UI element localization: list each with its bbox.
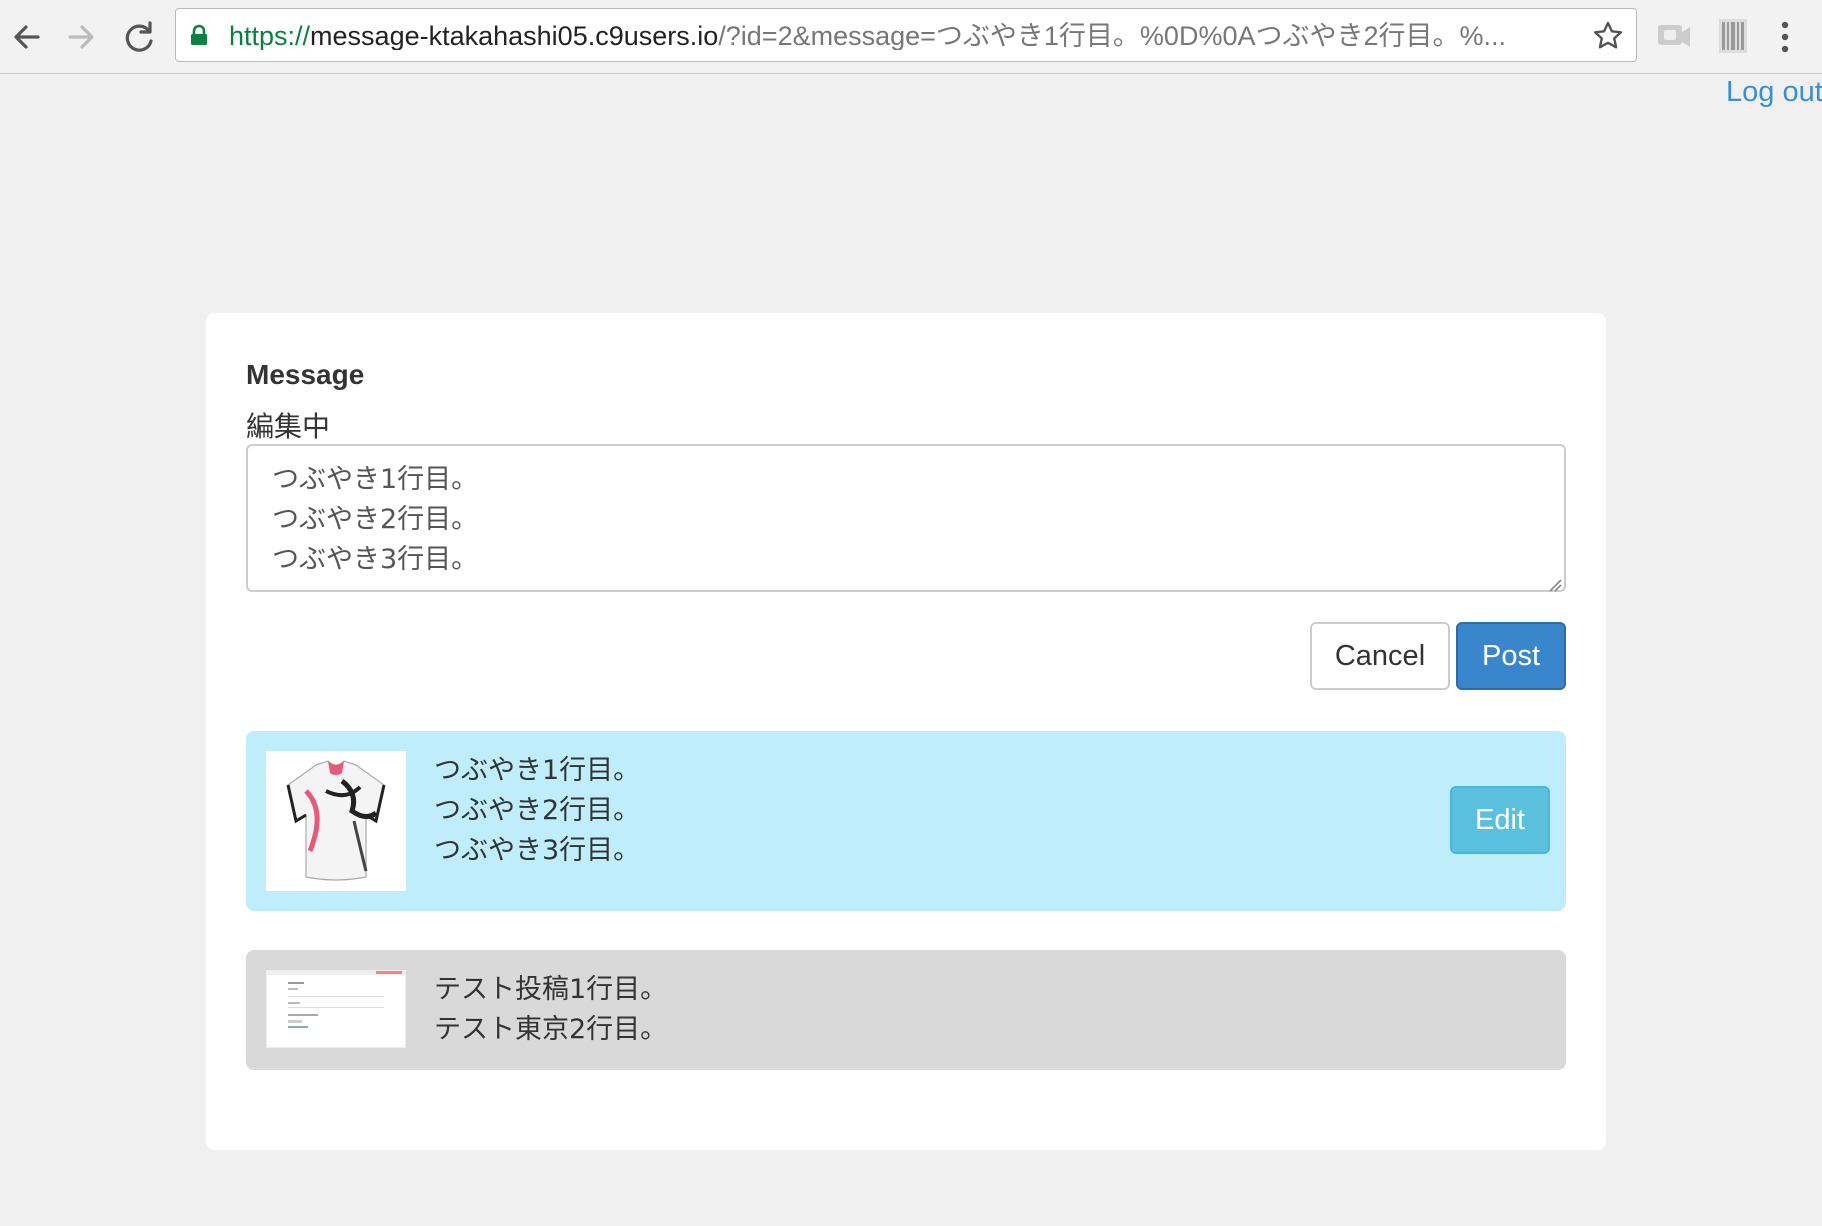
more-vert-icon[interactable] xyxy=(1772,17,1798,57)
url-text: https://message-ktakahashi05.c9users.io/… xyxy=(229,22,1564,50)
resize-grip-icon[interactable] xyxy=(1548,578,1562,592)
post-thumbnail-jersey xyxy=(266,751,406,891)
extension-barcode-icon[interactable] xyxy=(1718,18,1748,54)
bookmark-star-icon[interactable] xyxy=(1592,20,1624,52)
post-card: テスト投稿1行目。 テスト東京2行目。 xyxy=(246,950,1566,1070)
arrow-right-icon xyxy=(68,25,94,49)
url-scheme: https:// xyxy=(229,22,311,50)
cycling-jersey-image xyxy=(266,751,406,891)
lock-icon xyxy=(191,24,207,45)
url-path: /?id=2&message=つぶやき1行目。%0D%0Aつぶやき2行目。%..… xyxy=(718,22,1507,50)
editing-status: 編集中 xyxy=(246,410,331,443)
post-text: テスト投稿1行目。 テスト東京2行目。 xyxy=(434,974,668,1045)
back-button[interactable] xyxy=(4,14,50,60)
message-textarea[interactable]: つぶやき1行目。 つぶやき2行目。 つぶやき3行目。 xyxy=(246,444,1566,592)
address-bar[interactable]: https://message-ktakahashi05.c9users.io/… xyxy=(175,8,1637,62)
url-host: message-ktakahashi05.c9users.io xyxy=(310,22,719,50)
message-panel: Message 編集中 つぶやき1行目。 つぶやき2行目。 つぶやき3行目。 C… xyxy=(206,313,1606,1150)
cancel-button[interactable]: Cancel xyxy=(1310,622,1450,690)
logout-link[interactable]: Log out xyxy=(1726,76,1822,109)
message-title: Message xyxy=(246,359,365,390)
browser-toolbar: https://message-ktakahashi05.c9users.io/… xyxy=(0,0,1822,74)
login-page-screenshot-image xyxy=(266,970,406,1048)
edit-button[interactable]: Edit xyxy=(1450,786,1550,854)
extension-cast-icon[interactable] xyxy=(1656,20,1692,54)
arrow-left-icon xyxy=(14,25,40,49)
post-thumbnail-screenshot xyxy=(266,970,406,1048)
post-card: つぶやき1行目。 つぶやき2行目。 つぶやき3行目。 Edit xyxy=(246,731,1566,911)
reload-icon xyxy=(125,21,153,52)
post-text: つぶやき1行目。 つぶやき2行目。 つぶやき3行目。 xyxy=(434,755,641,866)
post-button[interactable]: Post xyxy=(1456,622,1566,690)
forward-button[interactable] xyxy=(58,14,104,60)
reload-button[interactable] xyxy=(116,14,162,60)
